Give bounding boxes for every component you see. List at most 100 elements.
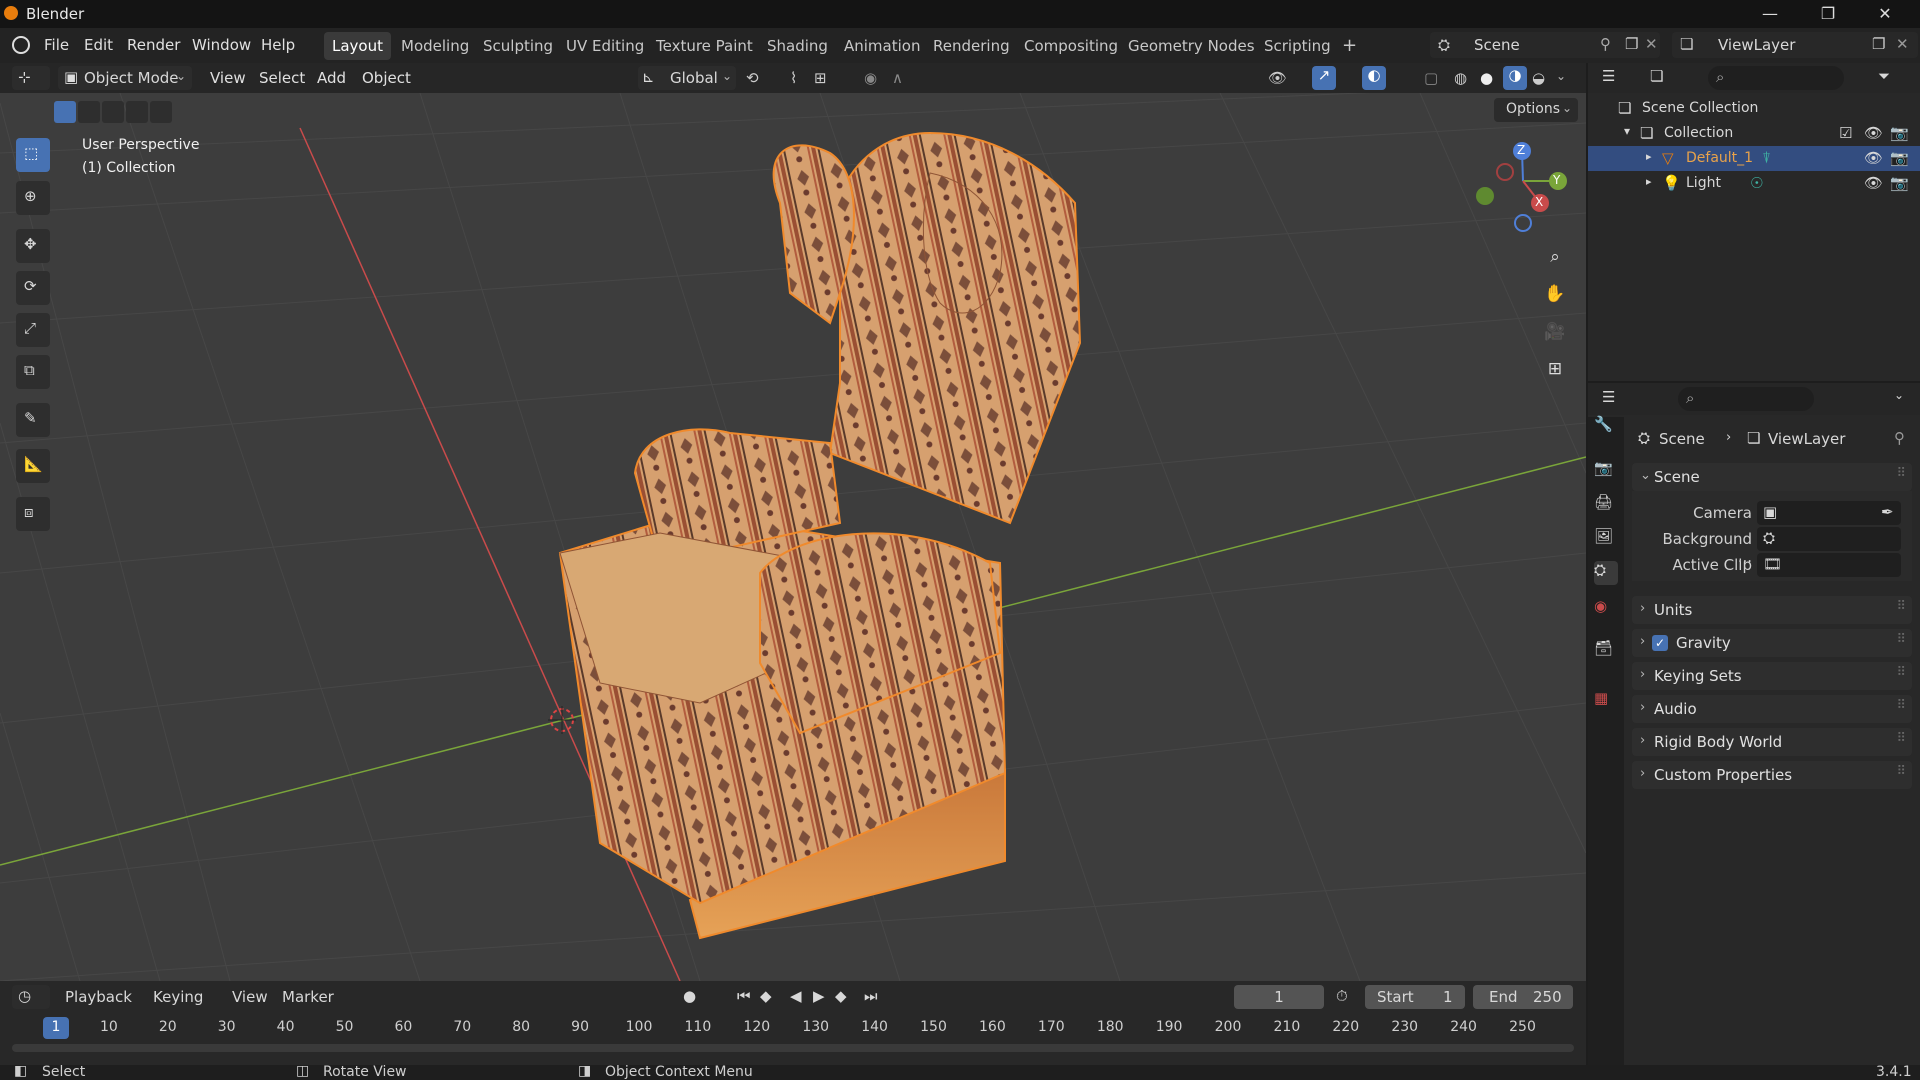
active-clip-field[interactable]: 🎞 [1757, 553, 1901, 577]
editor-type-dropdown[interactable]: ⊹ [12, 66, 50, 90]
options-dropdown[interactable]: Options ⌄ [1494, 98, 1578, 122]
eye-icon[interactable]: 👁 [1864, 124, 1883, 142]
viewport-menu-add[interactable]: Add [317, 69, 346, 87]
chevron-down-icon[interactable]: ⌄ [1556, 69, 1566, 83]
rigid-body-world-panel-header[interactable]: › Rigid Body World ⠿ [1632, 728, 1912, 756]
pivot-point-icon[interactable]: ⟲ [746, 69, 759, 87]
new-viewlayer-icon[interactable]: ❐ [1872, 35, 1885, 53]
tool-add-cube[interactable]: ⧈ [16, 497, 50, 531]
armchair-model[interactable] [558, 131, 1082, 940]
camera-render-icon[interactable]: 📷 [1890, 174, 1909, 192]
drag-handle-icon[interactable]: ⠿ [1896, 764, 1905, 779]
solid-shading-icon[interactable]: ● [1480, 69, 1493, 87]
display-mode-icon[interactable]: ❏ [1650, 67, 1663, 85]
filter-icon[interactable]: ⏷ [1878, 67, 1890, 85]
xray-icon[interactable]: ▢ [1424, 69, 1438, 87]
tool-move[interactable]: ✥ [16, 229, 50, 263]
texture-tab-icon[interactable]: ▦ [1594, 689, 1618, 713]
camera-view-button[interactable]: 🎥 [1540, 317, 1570, 347]
gravity-panel-header[interactable]: › ✓ Gravity ⠿ [1632, 629, 1912, 657]
tool-scale[interactable]: ⤢ [16, 313, 50, 347]
pin-icon[interactable]: ⚲ [1894, 429, 1905, 447]
properties-search-input[interactable]: ⌕ [1678, 387, 1814, 411]
background-scene-field[interactable]: ⛭ [1757, 527, 1901, 551]
scene-panel-header[interactable]: ⌄ Scene ⠿ [1632, 463, 1912, 491]
scene-tab-icon[interactable]: ⛭ [1594, 561, 1618, 585]
maximize-button[interactable]: ❐ [1805, 2, 1851, 26]
drag-handle-icon[interactable]: ⠿ [1896, 665, 1905, 680]
camera-render-icon[interactable]: 📷 [1890, 124, 1909, 142]
overlays-toggle-icon[interactable]: ◐ [1362, 66, 1386, 90]
tool-tab-icon[interactable]: 🔧 [1594, 415, 1618, 439]
tab-layout[interactable]: Layout [324, 32, 391, 60]
tool-measure[interactable]: 📐 [16, 449, 50, 483]
expand-arrow-icon[interactable]: ▾ [1624, 124, 1630, 138]
tab-uv-editing[interactable]: UV Editing [558, 32, 652, 60]
zoom-button[interactable]: ⌕ [1540, 242, 1570, 272]
drag-handle-icon[interactable]: ⠿ [1896, 466, 1905, 481]
menu-file[interactable]: File [44, 36, 69, 54]
tool-annotate[interactable]: ✎ [16, 403, 50, 437]
exclude-checkbox[interactable]: ☑ [1839, 124, 1852, 142]
eye-icon[interactable]: 👁 [1864, 174, 1883, 192]
proportional-editing-icon[interactable]: ◉ [864, 69, 877, 87]
gizmo-toggle-icon[interactable]: ↗ [1312, 66, 1336, 90]
tool-transform[interactable]: ⧉ [16, 355, 50, 389]
scene-selector[interactable]: ⛭ Scene ⚲ ❐ ✕ [1430, 32, 1660, 58]
wireframe-shading-icon[interactable]: ◍ [1454, 69, 1467, 87]
menu-window[interactable]: Window [192, 36, 251, 54]
chevron-down-icon[interactable]: ⌄ [1894, 388, 1904, 402]
pan-button[interactable]: ✋ [1540, 279, 1570, 309]
new-scene-icon[interactable]: ❐ [1625, 35, 1638, 53]
outliner-search-input[interactable]: ⌕ [1708, 66, 1844, 90]
tab-texture-paint[interactable]: Texture Paint [648, 32, 761, 60]
drag-handle-icon[interactable]: ⠿ [1896, 599, 1905, 614]
expand-arrow-icon[interactable]: ▸ [1646, 175, 1652, 188]
world-tab-icon[interactable]: ◉ [1594, 597, 1618, 621]
output-tab-icon[interactable]: 🖨 [1594, 493, 1618, 517]
frame-ruler[interactable]: 1 10 20 30 40 50 60 70 80 90 100 110 120 130 140 150 160… [0, 981, 1586, 1065]
tab-scripting[interactable]: Scripting [1256, 32, 1339, 60]
view-layer-tab-icon[interactable]: 🖼 [1594, 527, 1618, 551]
snap-icon[interactable]: ⌇ [790, 69, 797, 87]
mode-dropdown[interactable]: ▣ Object Mode ⌄ [58, 66, 192, 90]
ortho-toggle-button[interactable]: ⊞ [1540, 354, 1570, 384]
tab-compositing[interactable]: Compositing [1016, 32, 1126, 60]
units-panel-header[interactable]: › Units ⠿ [1632, 596, 1912, 624]
close-button[interactable]: ✕ [1862, 2, 1908, 26]
material-preview-shading-icon[interactable]: ◑ [1503, 66, 1527, 90]
drag-handle-icon[interactable]: ⠿ [1896, 698, 1905, 713]
tab-rendering[interactable]: Rendering [925, 32, 1018, 60]
gravity-checkbox[interactable]: ✓ [1652, 635, 1668, 651]
delete-viewlayer-icon[interactable]: ✕ [1896, 35, 1909, 53]
tool-cursor[interactable]: ⊕ [16, 181, 50, 215]
outliner-editor-type-icon[interactable]: ☰ [1602, 67, 1615, 85]
falloff-icon[interactable]: ∧ [892, 69, 903, 87]
menu-render[interactable]: Render [127, 36, 180, 54]
properties-editor-type-icon[interactable]: ☰ [1602, 388, 1615, 406]
camera-render-icon[interactable]: 📷 [1890, 149, 1909, 167]
viewlayer-selector[interactable]: ❏ ViewLayer ❐ ✕ [1672, 32, 1918, 58]
viewport-menu-select[interactable]: Select [259, 69, 305, 87]
custom-properties-panel-header[interactable]: › Custom Properties ⠿ [1632, 761, 1912, 789]
3d-viewport[interactable]: User Perspective (1) Collection Z Y X Op… [0, 93, 1586, 981]
transform-orientation-dropdown[interactable]: ⊾ Global ⌄ [638, 66, 736, 90]
minimize-button[interactable]: — [1747, 2, 1793, 26]
render-tab-icon[interactable]: 📷 [1594, 459, 1618, 483]
tab-modeling[interactable]: Modeling [393, 32, 477, 60]
menu-help[interactable]: Help [261, 36, 295, 54]
tab-sculpting[interactable]: Sculpting [475, 32, 561, 60]
select-intersect-icon[interactable] [150, 101, 172, 123]
snap-target-icon[interactable]: ⊞ [814, 69, 827, 87]
camera-field[interactable]: ▣ ✒ [1757, 501, 1901, 525]
select-invert-icon[interactable] [126, 101, 148, 123]
select-new-icon[interactable] [54, 101, 76, 123]
eye-icon[interactable]: 👁 [1864, 149, 1883, 167]
viewport-menu-object[interactable]: Object [362, 69, 411, 87]
add-workspace-button[interactable]: + [1334, 32, 1365, 60]
drag-handle-icon[interactable]: ⠿ [1896, 731, 1905, 746]
tool-select-box[interactable]: ⬚ [16, 138, 50, 172]
rendered-shading-icon[interactable]: ◒ [1532, 69, 1545, 87]
blender-menu-icon[interactable] [12, 36, 30, 54]
select-subtract-icon[interactable] [102, 101, 124, 123]
